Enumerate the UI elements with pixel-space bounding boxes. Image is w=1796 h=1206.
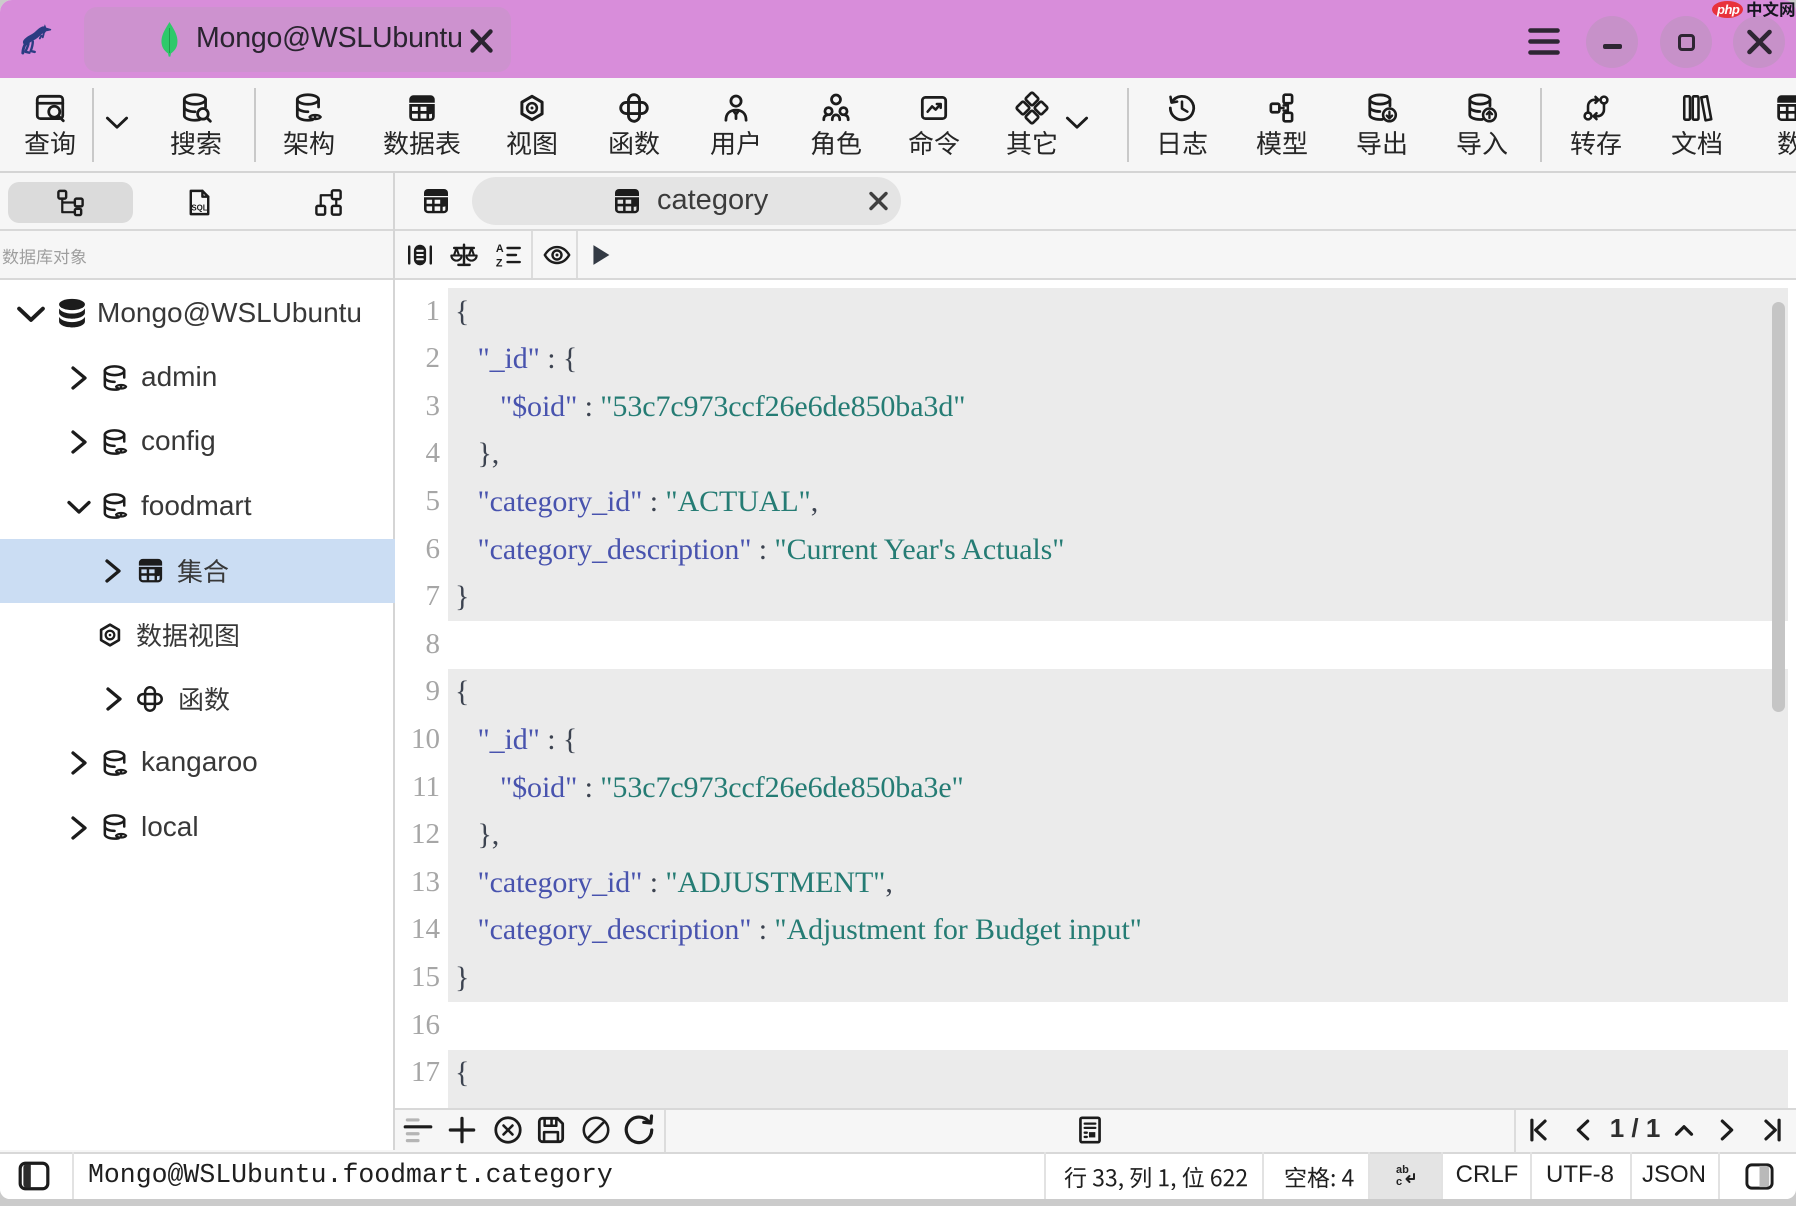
svg-text:A: A: [496, 243, 504, 255]
svg-text:Z: Z: [496, 257, 503, 269]
svg-text:SQL: SQL: [191, 203, 207, 212]
svg-text:c: c: [1396, 1176, 1402, 1188]
svg-text:ab: ab: [1396, 1164, 1409, 1176]
